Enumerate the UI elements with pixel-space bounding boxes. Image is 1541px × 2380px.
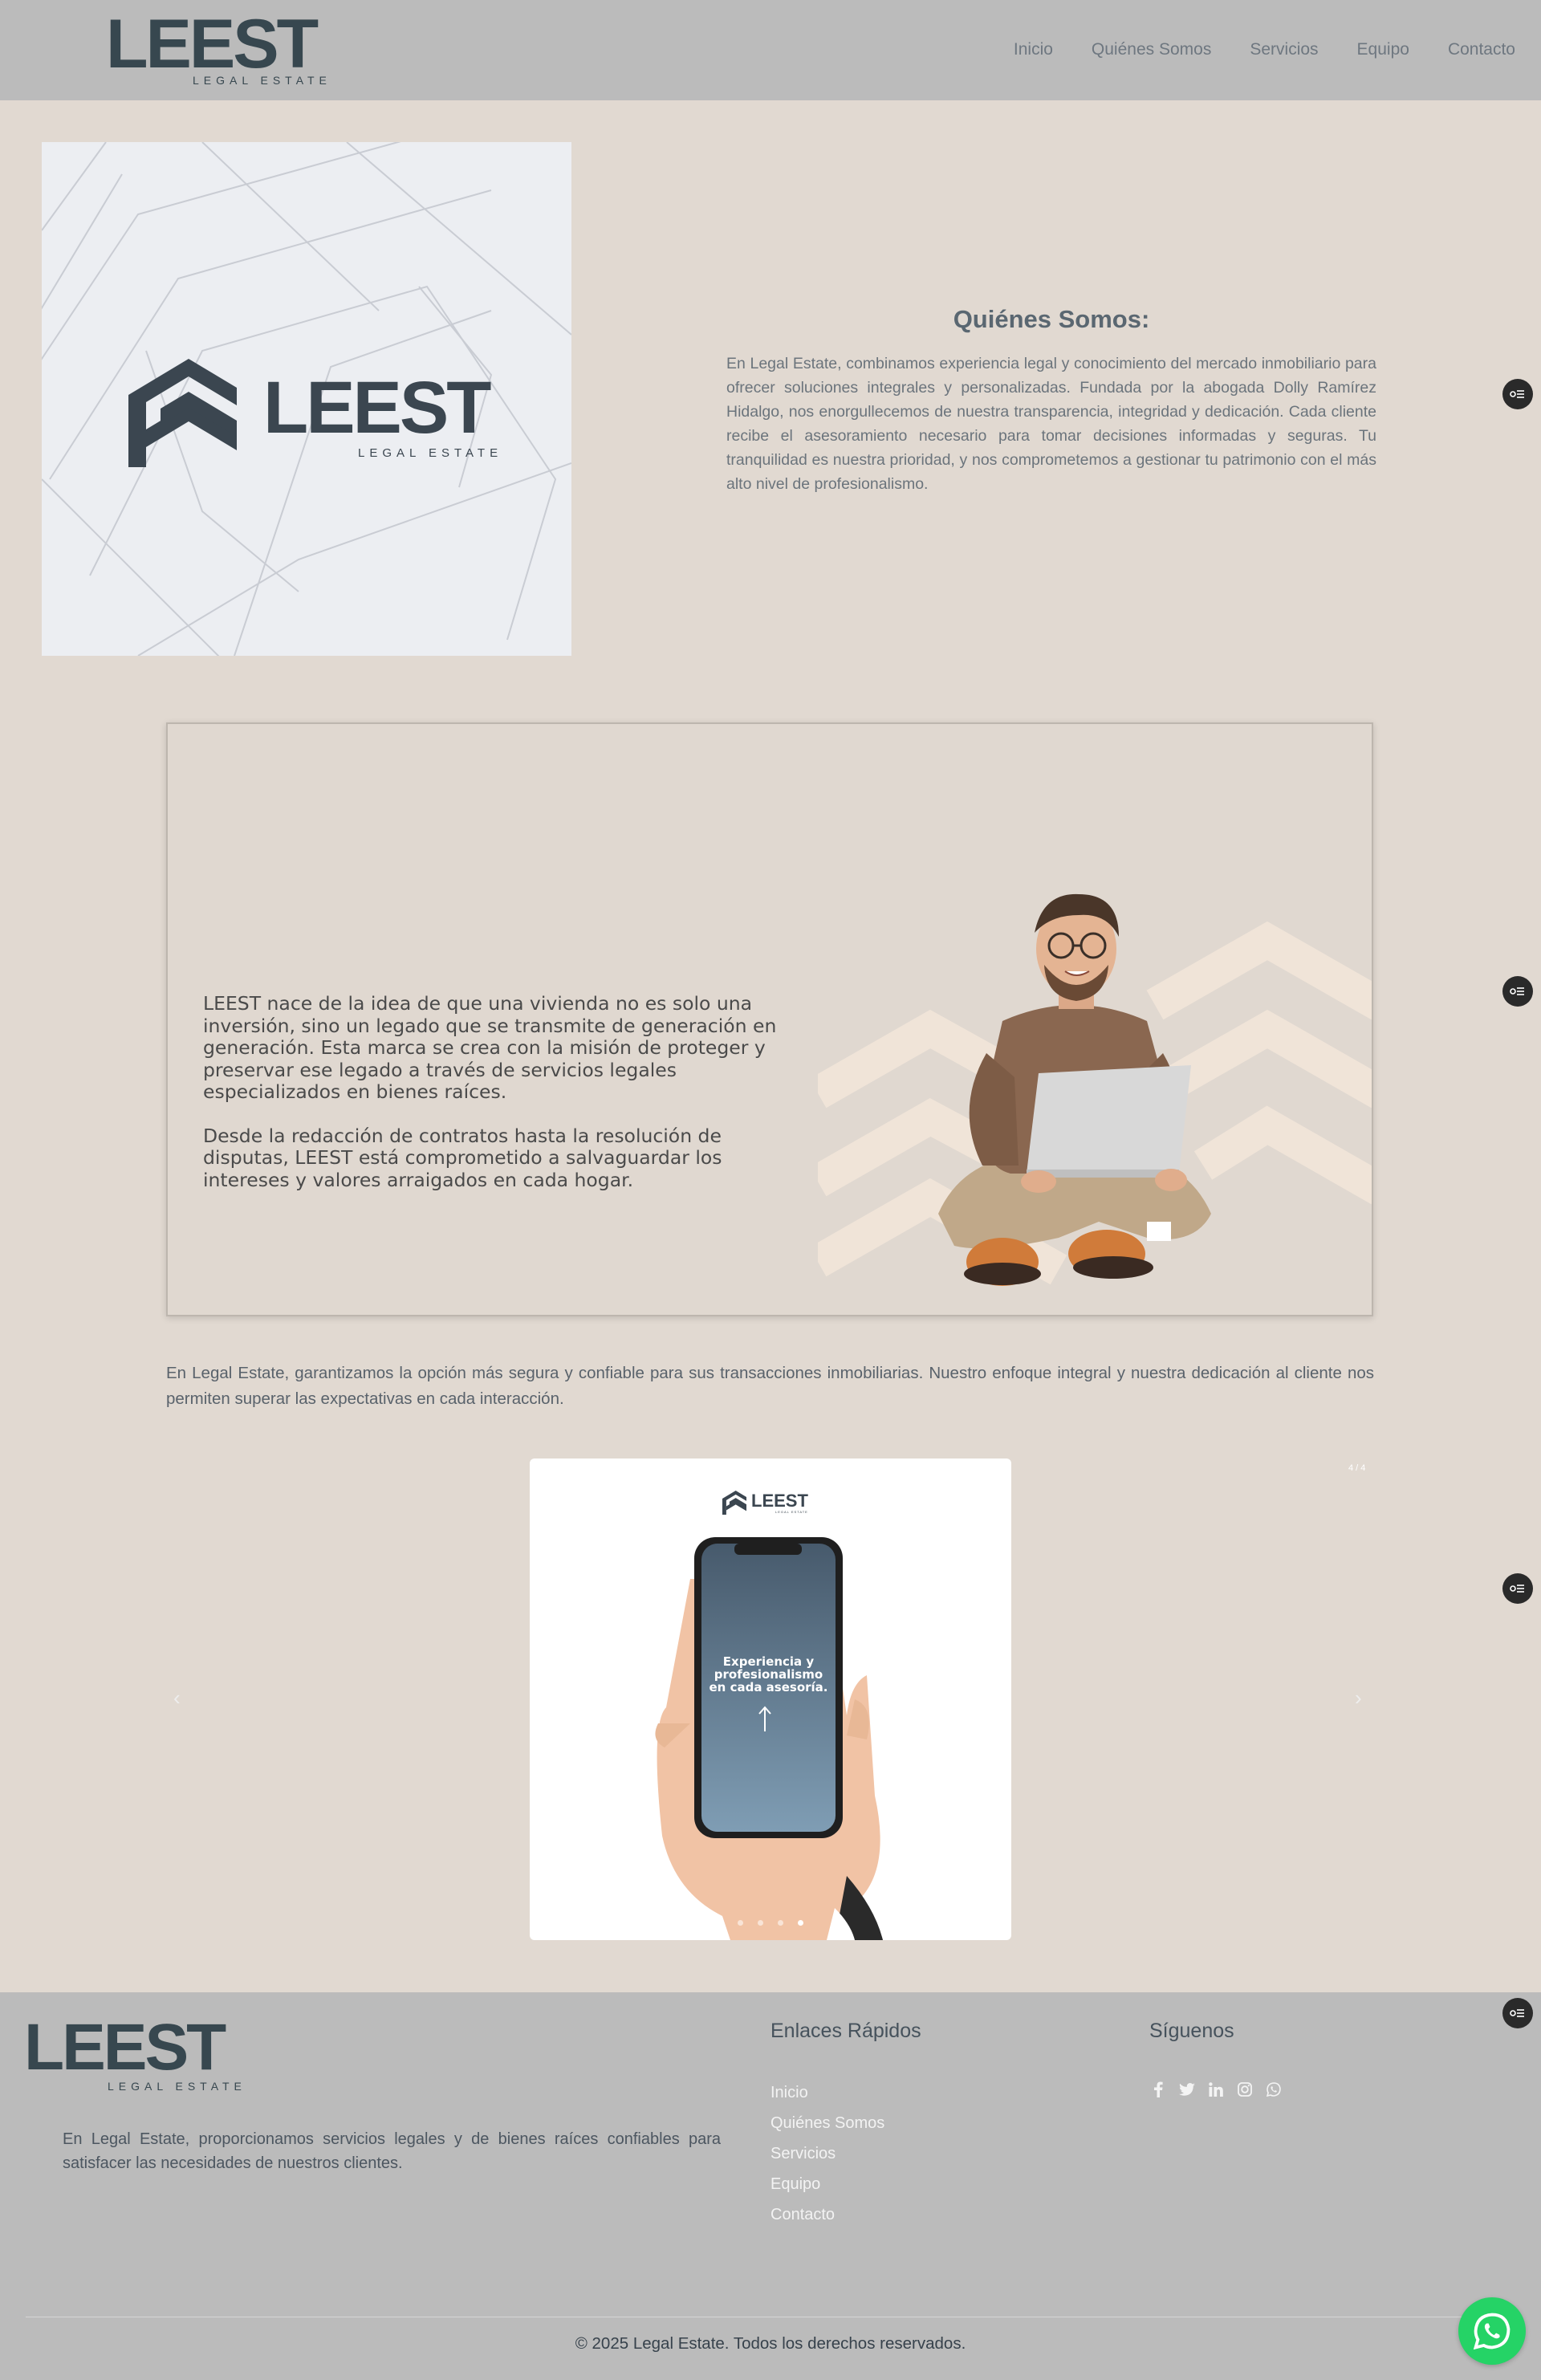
leest-mark-icon xyxy=(128,359,237,467)
about-logo-word: LEEST xyxy=(263,367,491,449)
man-with-laptop-photo xyxy=(938,893,1211,1286)
accessibility-toggle-icon[interactable] xyxy=(1502,976,1533,1007)
footer-link-servicios[interactable]: Servicios xyxy=(770,2145,884,2175)
site-footer: LEEST LEGAL ESTATE En Legal Estate, prop… xyxy=(0,1992,1541,2380)
footer-links-title: Enlaces Rápidos xyxy=(770,2020,921,2042)
footer-links: Inicio Quiénes Somos Servicios Equipo Co… xyxy=(770,2084,884,2236)
intro-text: En Legal Estate, garantizamos la opción … xyxy=(166,1364,1374,1408)
mission-paragraph-1: LEEST nace de la idea de que una viviend… xyxy=(203,992,777,1103)
main-nav: Inicio Quiénes Somos Servicios Equipo Co… xyxy=(1014,40,1515,59)
header-logo[interactable]: LEEST LEGAL ESTATE xyxy=(106,10,339,90)
mission-paragraph-2: Desde la redacción de contratos hasta la… xyxy=(203,1124,722,1191)
instagram-icon[interactable] xyxy=(1236,2081,1254,2098)
whatsapp-float-button[interactable] xyxy=(1458,2297,1526,2365)
phone-caption-line-2: profesionalismo xyxy=(714,1667,823,1682)
accessibility-toggle-icon[interactable] xyxy=(1502,379,1533,409)
carousel-dot-active[interactable] xyxy=(798,1920,803,1926)
twitter-icon[interactable] xyxy=(1178,2081,1196,2098)
accessibility-toggle-icon[interactable] xyxy=(1502,1573,1533,1604)
carousel-dots xyxy=(530,1920,1011,1926)
facebook-icon[interactable] xyxy=(1149,2081,1167,2098)
nav-servicios[interactable]: Servicios xyxy=(1250,40,1318,59)
carousel-slide: LEEST LEGAL ESTATE Experiencia y profesi… xyxy=(530,1459,1011,1940)
carousel-counter: 4 / 4 xyxy=(1348,1463,1366,1473)
hand-holding-phone-photo xyxy=(655,1537,883,1940)
footer-description: En Legal Estate, proporcionamos servicio… xyxy=(63,2130,721,2172)
footer-logo-sub: LEGAL ESTATE xyxy=(108,2080,246,2093)
phone-caption-line-1: Experiencia y xyxy=(722,1654,815,1669)
about-title: Quiénes Somos: xyxy=(953,305,1150,333)
mission-text: LEEST nace de la idea de que una viviend… xyxy=(203,992,797,1191)
social-links xyxy=(1149,2081,1283,2098)
footer-link-inicio[interactable]: Inicio xyxy=(770,2084,884,2114)
footer-follow-title: Síguenos xyxy=(1149,2020,1234,2042)
footer-link-equipo[interactable]: Equipo xyxy=(770,2175,884,2206)
carousel-dot[interactable] xyxy=(778,1920,783,1926)
nav-contacto[interactable]: Contacto xyxy=(1448,40,1515,59)
nav-equipo[interactable]: Equipo xyxy=(1357,40,1409,59)
accessibility-toggle-icon[interactable] xyxy=(1502,1998,1533,2028)
footer-link-quienes-somos[interactable]: Quiénes Somos xyxy=(770,2114,884,2145)
copyright: © 2025 Legal Estate. Todos los derechos … xyxy=(575,2334,966,2353)
site-header: LEEST LEGAL ESTATE Inicio Quiénes Somos … xyxy=(0,0,1541,100)
nav-quienes-somos[interactable]: Quiénes Somos xyxy=(1092,40,1211,59)
whatsapp-icon[interactable] xyxy=(1265,2081,1283,2098)
mission-card: LEEST nace de la idea de que una viviend… xyxy=(166,722,1373,1316)
carousel-next-button[interactable]: › xyxy=(1355,1686,1362,1711)
header-logo-word: LEEST xyxy=(106,6,319,83)
phone-caption-line-3: en cada asesoría. xyxy=(709,1680,828,1694)
about-logo-sub: LEGAL ESTATE xyxy=(358,446,503,460)
carousel-dot[interactable] xyxy=(758,1920,763,1926)
carousel-prev-button[interactable]: ‹ xyxy=(173,1686,181,1711)
carousel-dot[interactable] xyxy=(738,1920,743,1926)
linkedin-icon[interactable] xyxy=(1207,2081,1225,2098)
footer-logo: LEEST LEGAL ESTATE xyxy=(24,2011,242,2093)
about-logo-image: LEEST LEGAL ESTATE xyxy=(42,142,571,656)
nav-inicio[interactable]: Inicio xyxy=(1014,40,1053,59)
phone-caption: Experiencia y profesionalismo en cada as… xyxy=(701,1655,836,1694)
footer-link-contacto[interactable]: Contacto xyxy=(770,2206,884,2236)
about-text: En Legal Estate, combinamos experiencia … xyxy=(726,355,1376,493)
footer-logo-word: LEEST xyxy=(24,2011,226,2084)
header-logo-sub: LEGAL ESTATE xyxy=(193,74,331,87)
whatsapp-icon xyxy=(1474,2313,1511,2349)
